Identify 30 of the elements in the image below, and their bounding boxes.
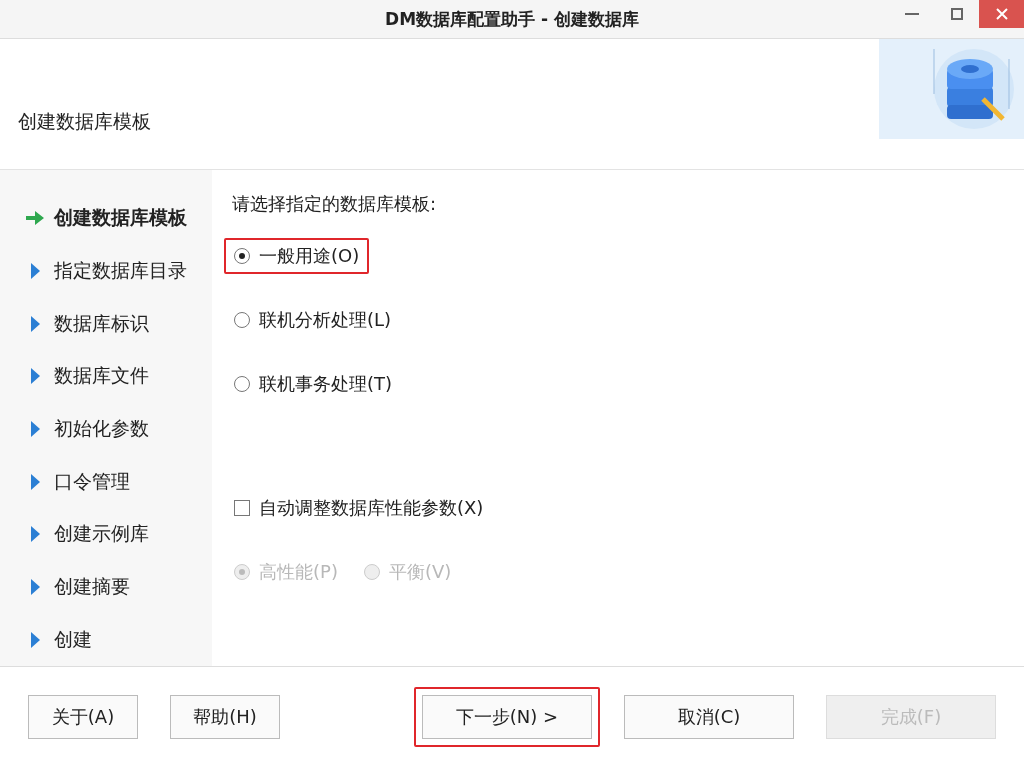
option-label: 联机分析处理(L) bbox=[259, 308, 392, 332]
prompt-text: 请选择指定的数据库模板: bbox=[232, 192, 438, 216]
step-label: 创建 bbox=[54, 626, 92, 652]
window-title: DM数据库配置助手 - 创建数据库 bbox=[385, 7, 639, 31]
maximize-icon[interactable] bbox=[950, 8, 963, 20]
radio-button[interactable] bbox=[234, 376, 250, 392]
option-label: 一般用途(O) bbox=[259, 244, 360, 268]
step-label: 创建示例库 bbox=[54, 521, 149, 547]
option-label: 联机事务处理(T) bbox=[259, 372, 393, 396]
wizard-button[interactable]: 帮助(H) bbox=[170, 694, 280, 739]
step-label: 数据库标识 bbox=[54, 310, 149, 336]
wizard-button[interactable]: 关于(A) bbox=[28, 694, 138, 739]
option-label: 高性能(P) bbox=[259, 560, 338, 584]
step-label: 数据库文件 bbox=[54, 363, 149, 389]
step-label: 创建数据库模板 bbox=[54, 205, 187, 231]
minimize-icon[interactable] bbox=[904, 13, 919, 15]
step-label: 指定数据库目录 bbox=[54, 258, 187, 283]
radio-button[interactable] bbox=[234, 248, 250, 264]
checkbox-label: 自动调整数据库性能参数(X) bbox=[259, 496, 484, 520]
step-label: 口令管理 bbox=[54, 468, 130, 494]
wizard-button[interactable]: 下一步(N) > bbox=[422, 694, 592, 739]
step-label: 创建摘要 bbox=[54, 574, 130, 600]
option-label: 平衡(V) bbox=[388, 560, 452, 584]
close-icon[interactable] bbox=[995, 8, 1008, 20]
page-title: 创建数据库模板 bbox=[18, 109, 151, 134]
wizard-button[interactable]: 取消(C) bbox=[624, 694, 794, 739]
radio-button[interactable] bbox=[234, 312, 250, 328]
checkbox[interactable] bbox=[234, 500, 250, 516]
step-label: 初始化参数 bbox=[54, 416, 149, 441]
database-icon bbox=[879, 39, 1024, 139]
